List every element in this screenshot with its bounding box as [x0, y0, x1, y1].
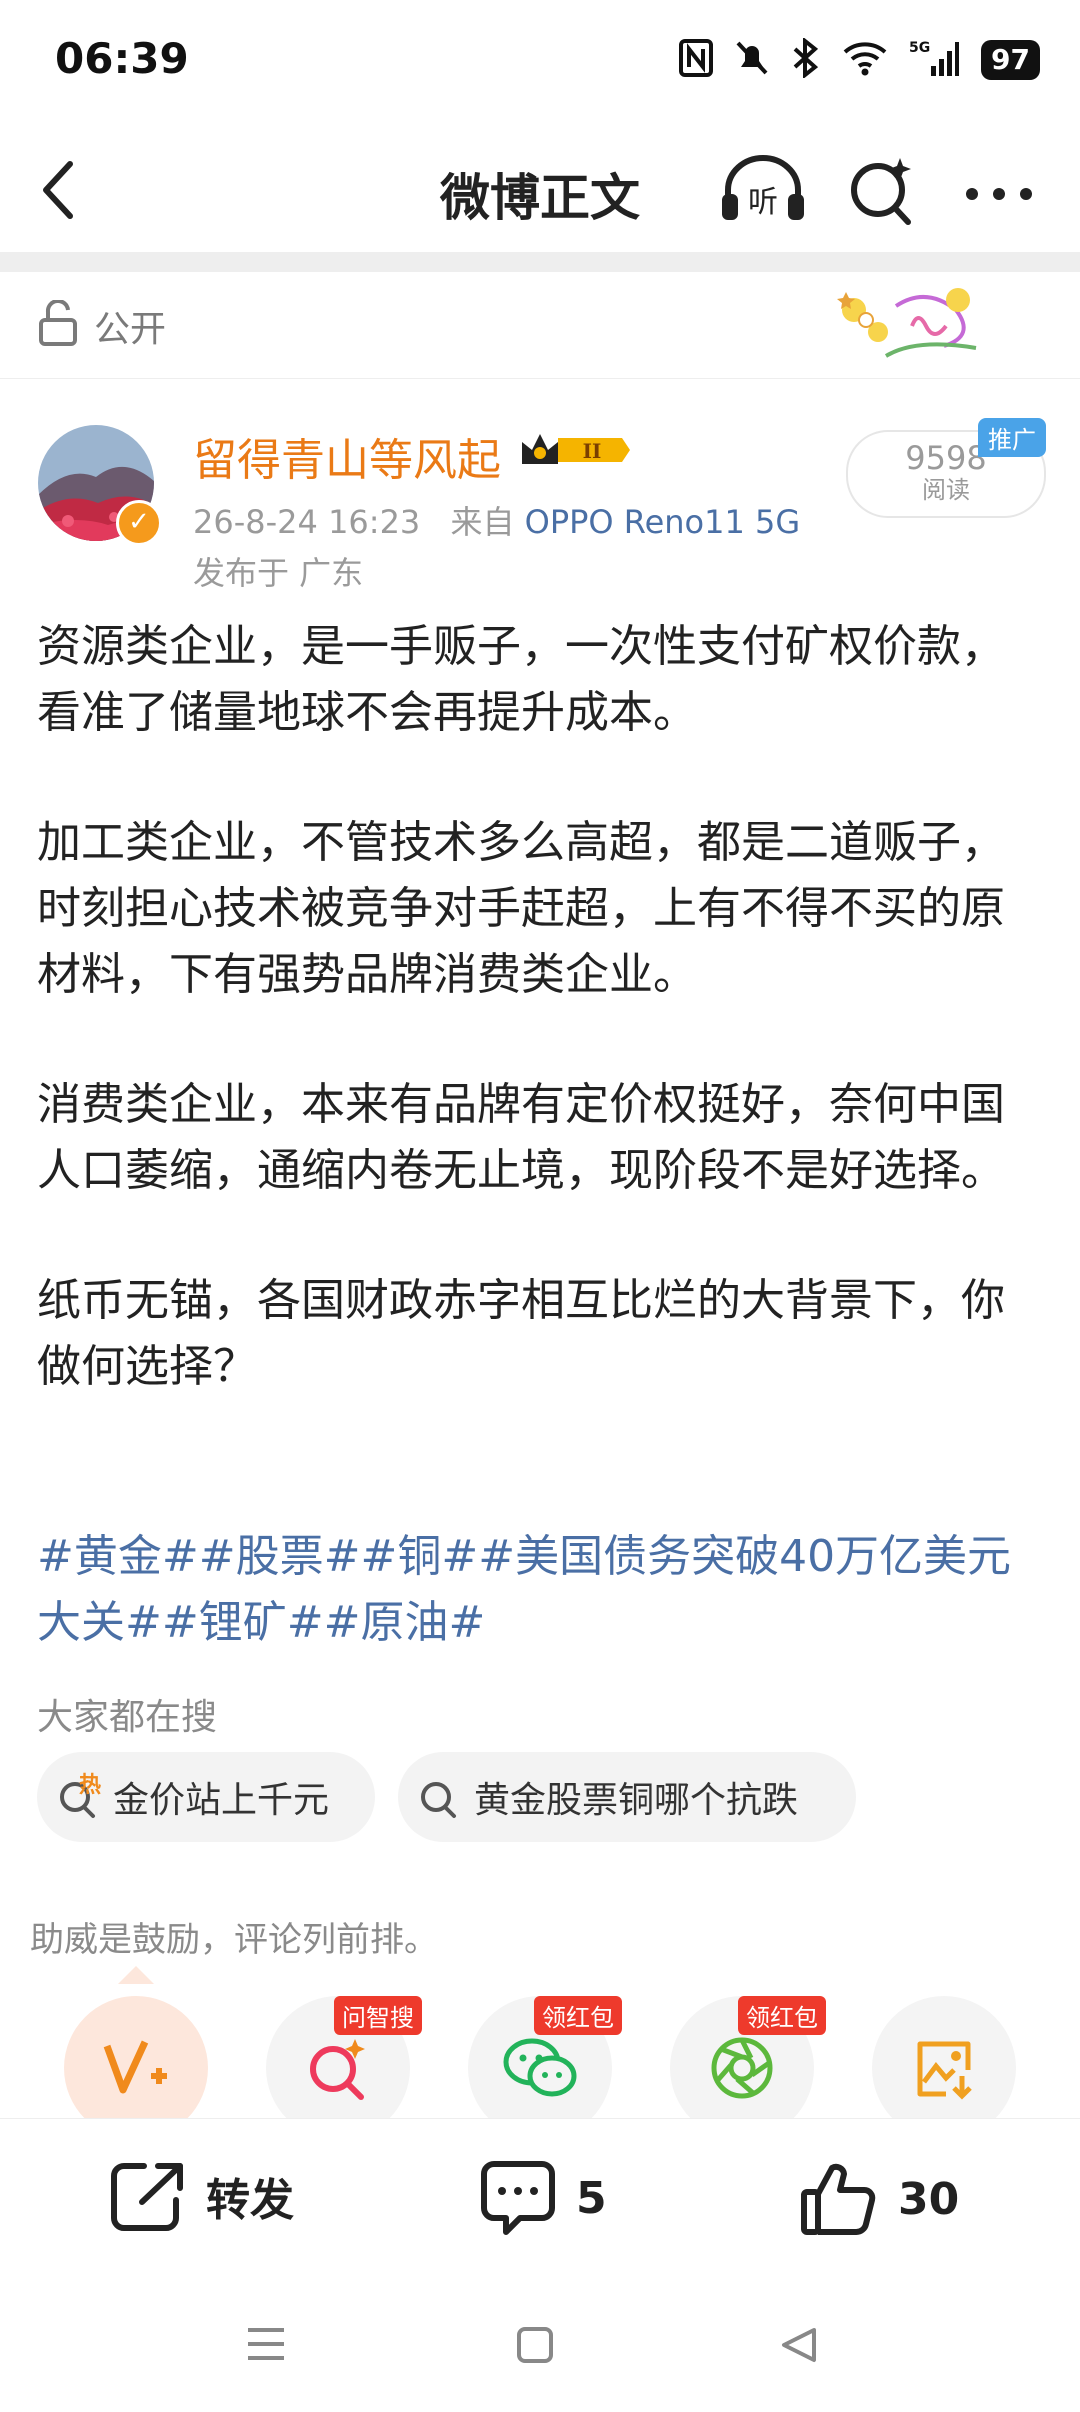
- svg-text:II: II: [583, 439, 602, 463]
- svg-text:5G: 5G: [909, 40, 930, 56]
- like-button[interactable]: 30: [800, 2160, 959, 2238]
- status-icons: 5G 97: [679, 36, 1040, 82]
- home-square-icon: [517, 2327, 553, 2363]
- verified-badge: ✓: [116, 500, 162, 546]
- chip-label: 黄金股票铜哪个抗跌: [474, 1780, 799, 1821]
- signal-5g-icon: 5G: [909, 38, 960, 82]
- bluetooth-icon: [791, 36, 821, 82]
- comment-count: 5: [576, 2172, 607, 2224]
- red-packet-badge: 领红包: [534, 1996, 622, 2035]
- post-paragraph: 资源类企业，是一手贩子，一次性支付矿权价款，看准了储量地球不会再提升成本。: [37, 621, 1005, 738]
- post-paragraph: 消费类企业，本来有品牌有定价权挺好，奈何中国人口萎缩，通缩内卷无止境，现阶段不是…: [37, 1079, 1005, 1196]
- back-triangle-icon: [782, 2328, 816, 2362]
- read-label: 阅读: [922, 476, 970, 504]
- nfc-icon: [679, 39, 714, 81]
- like-count: 30: [898, 2173, 960, 2225]
- post-paragraph: 加工类企业，不管技术多么高超，都是二道贩子，时刻担心技术被竞争对手赶超，上有不得…: [37, 817, 1005, 1000]
- support-note: 助威是鼓励，评论列前排。: [30, 1920, 438, 1960]
- plog-sticker: [826, 276, 1006, 372]
- image-download-icon: [917, 2041, 972, 2100]
- ask-search-badge: 问智搜: [334, 1996, 422, 2035]
- status-bar: 06:39 5G 97: [0, 0, 1080, 120]
- hot-search-icon: 热: [57, 1773, 101, 1819]
- trending-search-chip[interactable]: 黄金股票铜哪个抗跌: [398, 1752, 856, 1842]
- nav-divider: [0, 252, 1080, 272]
- wechat-icon: [503, 2038, 577, 2097]
- status-time: 06:39: [55, 34, 189, 83]
- visibility-label: 公开: [94, 309, 167, 350]
- vip-crown-badge[interactable]: II: [518, 428, 634, 476]
- post-meta: 26-8-24 16:23 来自 OPPO Reno11 5G: [193, 497, 800, 543]
- promote-tag[interactable]: 推广: [978, 418, 1046, 457]
- comment-button[interactable]: 5: [480, 2160, 607, 2236]
- search-icon: [418, 1775, 462, 1819]
- device-link[interactable]: OPPO Reno11 5G: [525, 503, 801, 541]
- hashtag-links[interactable]: #黄金##股票##铜##美国债务突破40万亿美元大关##锂矿##原油#: [37, 1524, 1047, 1656]
- mute-bell-icon: [735, 39, 769, 81]
- ai-search-icon: [310, 2039, 365, 2100]
- recent-apps-button[interactable]: [246, 2326, 286, 2366]
- battery-indicator: 97: [981, 40, 1040, 80]
- menu-lines-icon: [248, 2328, 284, 2360]
- post-body: 资源类企业，是一手贩子，一次性支付矿权价款，看准了储量地球不会再提升成本。 加工…: [37, 614, 1047, 1464]
- source-prefix: 来自: [450, 503, 515, 541]
- post-timestamp: 26-8-24 16:23: [193, 503, 421, 541]
- page-title: 微博正文: [440, 169, 640, 227]
- comment-icon: [481, 2161, 555, 2235]
- repost-button[interactable]: 转发: [110, 2160, 294, 2232]
- repost-icon: [111, 2163, 183, 2231]
- trending-search-header: 大家都在搜: [37, 1697, 218, 1738]
- wifi-icon: [843, 40, 887, 80]
- note-pointer: [118, 1966, 154, 1984]
- trending-search-chip[interactable]: 热 金价站上千元: [37, 1752, 375, 1842]
- post-paragraph: 纸币无锚，各国财政赤字相互比烂的大背景下，你做何选择？: [37, 1275, 1005, 1392]
- chip-label: 金价站上千元: [113, 1780, 330, 1821]
- system-back-button[interactable]: [780, 2326, 818, 2368]
- v-plus-icon: [103, 2040, 167, 2094]
- home-button[interactable]: [516, 2326, 554, 2368]
- author-name[interactable]: 留得青山等风起: [193, 424, 501, 488]
- moments-icon: [711, 2037, 773, 2099]
- thumbs-up-icon: [801, 2163, 876, 2235]
- post-location: 发布于 广东: [193, 554, 364, 592]
- red-packet-badge: 领红包: [738, 1996, 826, 2035]
- hot-mark: 热: [79, 1773, 102, 1798]
- repost-label: 转发: [206, 2175, 294, 2226]
- unlock-icon: [38, 299, 78, 350]
